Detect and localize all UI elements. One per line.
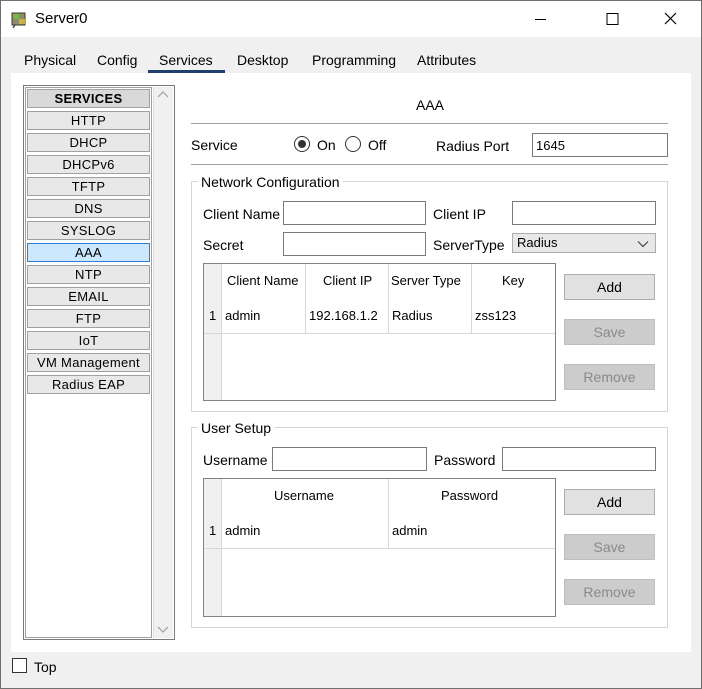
- save-client-button[interactable]: Save: [564, 319, 655, 345]
- close-button[interactable]: [648, 1, 694, 37]
- sidebar-item-tftp[interactable]: TFTP: [27, 177, 150, 196]
- sidebar-item-email[interactable]: EMAIL: [27, 287, 150, 306]
- scroll-down-icon[interactable]: [155, 622, 171, 636]
- column-header-server-type[interactable]: Server Type: [391, 273, 470, 288]
- maximize-button[interactable]: [589, 1, 635, 37]
- scroll-up-icon[interactable]: [155, 88, 171, 102]
- service-on-label: On: [317, 137, 336, 153]
- sidebar-item-dns[interactable]: DNS: [27, 199, 150, 218]
- server-type-select[interactable]: Radius: [512, 233, 656, 253]
- username-label: Username: [203, 452, 268, 468]
- tab-attributes[interactable]: Attributes: [415, 52, 478, 74]
- service-off-radio[interactable]: [345, 136, 361, 152]
- tab-desktop[interactable]: Desktop: [235, 52, 290, 74]
- client-name-input[interactable]: [283, 201, 426, 225]
- table-cell-server-type[interactable]: Radius: [392, 308, 432, 323]
- sidebar-item-http[interactable]: HTTP: [27, 111, 150, 130]
- remove-user-button[interactable]: Remove: [564, 579, 655, 605]
- column-header-client-name[interactable]: Client Name: [227, 273, 299, 288]
- tab-programming[interactable]: Programming: [310, 52, 398, 74]
- client-ip-input[interactable]: [512, 201, 656, 225]
- table-cell-key[interactable]: zss123: [475, 308, 516, 323]
- table-cell-client-name[interactable]: admin: [225, 308, 260, 323]
- secret-input[interactable]: [283, 232, 426, 256]
- user-setup-title: User Setup: [198, 420, 275, 436]
- sidebar-item-iot[interactable]: IoT: [27, 331, 150, 350]
- username-input[interactable]: [272, 447, 427, 471]
- grid-line: [471, 264, 472, 334]
- password-label: Password: [434, 452, 496, 468]
- column-header-key[interactable]: Key: [502, 273, 524, 288]
- row-header-column: [204, 264, 221, 400]
- top-checkbox[interactable]: [12, 658, 27, 673]
- sidebar-item-syslog[interactable]: SYSLOG: [27, 221, 150, 240]
- grid-line: [221, 264, 222, 400]
- top-label: Top: [34, 659, 57, 675]
- sidebar-item-dhcpv6[interactable]: DHCPv6: [27, 155, 150, 174]
- minimize-button[interactable]: [518, 1, 564, 37]
- sidebar-item-aaa[interactable]: AAA: [27, 243, 150, 262]
- sidebar-item-ntp[interactable]: NTP: [27, 265, 150, 284]
- table-cell-username[interactable]: admin: [225, 523, 260, 538]
- grid-line: [388, 264, 389, 334]
- radius-port-label: Radius Port: [436, 138, 510, 154]
- sidebar-header-services: SERVICES: [27, 89, 150, 108]
- service-off-label: Off: [368, 137, 387, 153]
- service-on-radio[interactable]: [294, 136, 310, 152]
- network-configuration-title: Network Configuration: [198, 174, 343, 190]
- sidebar-item-vm-management[interactable]: VM Management: [27, 353, 150, 372]
- grid-line: [305, 264, 306, 334]
- password-input[interactable]: [502, 447, 656, 471]
- server-app-icon: [9, 9, 29, 29]
- secret-label: Secret: [203, 237, 244, 253]
- column-header-username[interactable]: Username: [274, 488, 334, 503]
- table-row-index: 1: [209, 308, 217, 323]
- chevron-down-icon: [637, 237, 649, 249]
- table-cell-password[interactable]: admin: [392, 523, 427, 538]
- server-type-label: ServerType: [433, 237, 505, 253]
- radius-port-input[interactable]: 1645: [532, 133, 668, 157]
- sidebar-item-radius-eap[interactable]: Radius EAP: [27, 375, 150, 394]
- grid-line: [388, 479, 389, 549]
- divider: [191, 123, 668, 124]
- tab-config[interactable]: Config: [95, 52, 139, 74]
- window-title: Server0: [35, 10, 88, 27]
- client-ip-label: Client IP: [433, 206, 486, 222]
- add-client-button[interactable]: Add: [564, 274, 655, 300]
- grid-line: [204, 333, 555, 334]
- divider: [191, 164, 668, 165]
- table-cell-client-ip[interactable]: 192.168.1.2: [309, 308, 387, 323]
- table-row-index: 1: [209, 523, 217, 538]
- remove-client-button[interactable]: Remove: [564, 364, 655, 390]
- service-label: Service: [191, 137, 238, 153]
- sidebar-item-ftp[interactable]: FTP: [27, 309, 150, 328]
- tab-physical[interactable]: Physical: [22, 52, 78, 74]
- column-header-password[interactable]: Password: [441, 488, 498, 503]
- add-user-button[interactable]: Add: [564, 489, 655, 515]
- sidebar-item-dhcp[interactable]: DHCP: [27, 133, 150, 152]
- column-header-client-ip[interactable]: Client IP: [323, 273, 372, 288]
- sidebar-scrollbar[interactable]: [153, 87, 173, 638]
- save-user-button[interactable]: Save: [564, 534, 655, 560]
- grid-line: [204, 548, 555, 549]
- page-title: AAA: [416, 97, 445, 113]
- client-name-label: Client Name: [203, 206, 281, 222]
- server-type-value: Radius: [517, 235, 558, 250]
